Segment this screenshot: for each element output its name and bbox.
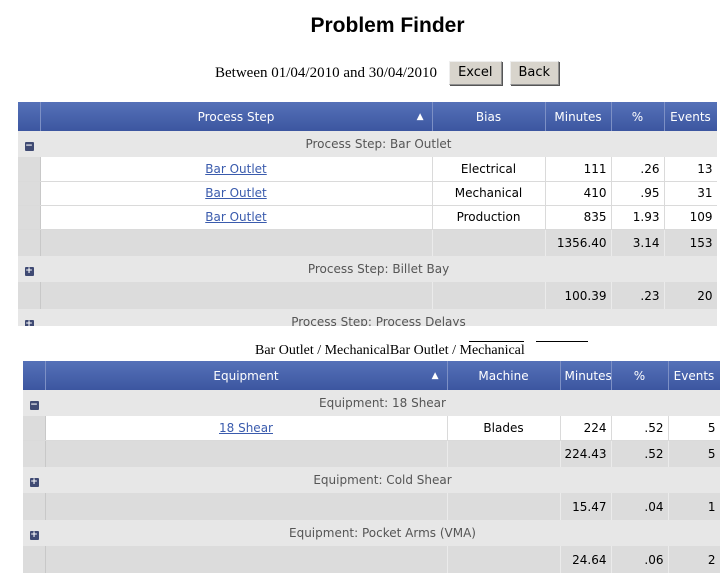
- header-events[interactable]: Events: [668, 361, 720, 390]
- process-step-link[interactable]: Bar Outlet: [205, 210, 267, 224]
- group-row: − Process Step: Bar Outlet: [18, 131, 717, 157]
- total-minutes: 100.39: [545, 282, 612, 309]
- total-percent: .04: [611, 493, 669, 520]
- total-minutes: 24.64: [560, 546, 612, 573]
- percent-cell: 1.93: [611, 205, 665, 230]
- plus-box-icon[interactable]: +: [24, 267, 34, 276]
- table-row: 18 Shear Blades 224 .52 5: [23, 416, 720, 441]
- minus-box-icon[interactable]: −: [24, 142, 34, 151]
- total-events: 2: [668, 546, 720, 573]
- group-row: + Equipment: Pocket Arms (VMA): [23, 520, 720, 546]
- plus-box-icon[interactable]: +: [29, 531, 39, 540]
- header-minutes[interactable]: Minutes: [545, 102, 612, 131]
- group-total-row: 15.47 .04 1: [23, 493, 720, 520]
- caption-text: Bar Outlet / MechanicalBar Outlet / Mech…: [255, 343, 525, 358]
- total-percent: .23: [611, 282, 665, 309]
- machine-cell: Blades: [447, 416, 561, 441]
- group-label: Process Step: Bar Outlet: [40, 131, 717, 157]
- total-events: 20: [664, 282, 717, 309]
- group-total-row: 1356.40 3.14 153: [18, 229, 717, 256]
- excel-button[interactable]: Excel: [449, 61, 502, 85]
- date-range-bar: Between 01/04/2010 and 30/04/2010 Excel …: [215, 60, 560, 86]
- selection-caption: Bar Outlet / MechanicalBar Outlet / Mech…: [255, 341, 588, 359]
- table-row: Bar Outlet Electrical 111 .26 13: [18, 157, 717, 182]
- header-bias[interactable]: Bias: [432, 102, 546, 131]
- header-minutes[interactable]: Minutes: [560, 361, 612, 390]
- events-cell: 109: [664, 205, 717, 230]
- process-step-link[interactable]: Bar Outlet: [205, 186, 267, 200]
- plus-box-icon[interactable]: +: [29, 478, 39, 487]
- group-row: + Equipment: Cold Shear: [23, 467, 720, 493]
- events-cell: 13: [664, 157, 717, 182]
- caption-underline: [536, 341, 588, 342]
- header-percent[interactable]: %: [611, 102, 665, 131]
- equipment-link[interactable]: 18 Shear: [219, 421, 273, 435]
- sort-asc-icon[interactable]: ▲: [432, 371, 439, 381]
- events-cell: 5: [668, 416, 720, 441]
- minutes-cell: 111: [545, 157, 612, 182]
- header-process-step[interactable]: Process Step ▲: [40, 102, 433, 131]
- process-step-grid-viewport: Process Step ▲ Bias Minutes % Events − Pr…: [18, 102, 717, 326]
- process-step-grid: Process Step ▲ Bias Minutes % Events − Pr…: [18, 102, 717, 326]
- plus-box-icon[interactable]: +: [24, 320, 34, 326]
- group-row: − Equipment: 18 Shear: [23, 390, 720, 416]
- group-label: Process Step: Process Delays: [40, 309, 717, 326]
- date-range-text: Between 01/04/2010 and 30/04/2010: [215, 64, 438, 81]
- total-events: 153: [664, 229, 717, 256]
- header-group-spacer: [23, 361, 46, 390]
- group-label: Equipment: 18 Shear: [45, 390, 720, 416]
- header-machine[interactable]: Machine: [447, 361, 561, 390]
- minutes-cell: 835: [545, 205, 612, 230]
- percent-cell: .95: [611, 181, 665, 206]
- back-button[interactable]: Back: [509, 61, 560, 85]
- header-percent[interactable]: %: [611, 361, 669, 390]
- events-cell: 31: [664, 181, 717, 206]
- bias-cell: Mechanical: [432, 181, 546, 206]
- page-title: Problem Finder: [310, 14, 465, 37]
- percent-cell: .52: [611, 416, 669, 441]
- group-label: Process Step: Billet Bay: [40, 256, 717, 282]
- total-percent: .52: [611, 440, 669, 467]
- total-events: 1: [668, 493, 720, 520]
- group-label: Equipment: Cold Shear: [45, 467, 720, 493]
- total-events: 5: [668, 440, 720, 467]
- percent-cell: .26: [611, 157, 665, 182]
- group-row: + Process Step: Process Delays: [18, 309, 717, 326]
- minus-box-icon[interactable]: −: [29, 401, 39, 410]
- bias-cell: Electrical: [432, 157, 546, 182]
- caption-underline: [469, 341, 524, 342]
- total-percent: .06: [611, 546, 669, 573]
- minutes-cell: 224: [560, 416, 612, 441]
- total-minutes: 1356.40: [545, 229, 612, 256]
- group-label: Equipment: Pocket Arms (VMA): [45, 520, 720, 546]
- minutes-cell: 410: [545, 181, 612, 206]
- table-row: Bar Outlet Mechanical 410 .95 31: [18, 181, 717, 206]
- group-total-row: 100.39 .23 20: [18, 282, 717, 309]
- total-minutes: 224.43: [560, 440, 612, 467]
- header-events[interactable]: Events: [664, 102, 717, 131]
- group-total-row: 224.43 .52 5: [23, 440, 720, 467]
- total-percent: 3.14: [611, 229, 665, 256]
- process-step-link[interactable]: Bar Outlet: [205, 162, 267, 176]
- equipment-grid: Equipment ▲ Machine Minutes % Events − Eq…: [23, 361, 720, 573]
- header-equipment[interactable]: Equipment ▲: [45, 361, 448, 390]
- total-minutes: 15.47: [560, 493, 612, 520]
- equipment-grid-viewport: Equipment ▲ Machine Minutes % Events − Eq…: [23, 361, 720, 575]
- group-row: + Process Step: Billet Bay: [18, 256, 717, 282]
- header-group-spacer: [18, 102, 41, 131]
- group-total-row: 24.64 .06 2: [23, 546, 720, 573]
- table-row: Bar Outlet Production 835 1.93 109: [18, 205, 717, 230]
- bias-cell: Production: [432, 205, 546, 230]
- sort-asc-icon[interactable]: ▲: [417, 112, 424, 122]
